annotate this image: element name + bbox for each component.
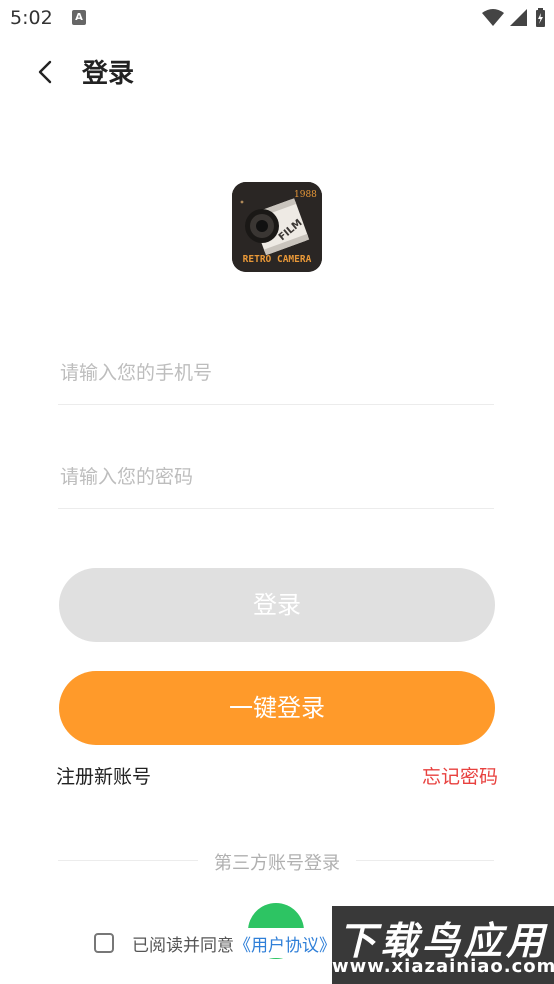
logo-brand-text: RETRO CAMERA [243,254,312,265]
notification-icon: A [72,10,86,25]
login-button[interactable]: 登录 [59,568,495,642]
phone-input[interactable] [58,342,494,404]
logo-year: 1988 [294,190,317,200]
password-input[interactable] [58,446,494,508]
agreement-text: 已阅读并同意 [132,935,234,956]
chevron-left-icon [38,60,52,84]
wifi-icon [482,9,504,26]
retro-camera-logo-icon: 1988 FILM RETRO CAMERA [232,182,322,272]
third-party-login-title: 第三方账号登录 [214,853,340,874]
signal-icon [510,9,527,26]
forgot-password-link[interactable]: 忘记密码 [422,762,498,789]
watermark: 下载鸟应用 www.xiazainiao.com [332,906,554,984]
agreement-checkbox[interactable] [94,933,114,953]
page-title: 登录 [82,59,135,89]
status-time: 5:02 [10,7,53,29]
one-key-login-button[interactable]: 一键登录 [59,671,495,745]
agreement-row: 已阅读并同意 《用户协议》 [94,928,342,958]
user-agreement-link[interactable]: 《用户协议》 [234,931,336,956]
header: 登录 [0,40,554,104]
back-button[interactable] [30,56,62,88]
battery-icon [536,8,545,27]
watermark-url: www.xiazainiao.com [332,956,554,977]
app-logo: 1988 FILM RETRO CAMERA [232,182,322,272]
phone-field [58,342,494,405]
status-icons [482,8,546,28]
register-link[interactable]: 注册新账号 [56,762,151,789]
status-bar: 5:02 A [0,0,554,38]
password-field [58,446,494,509]
